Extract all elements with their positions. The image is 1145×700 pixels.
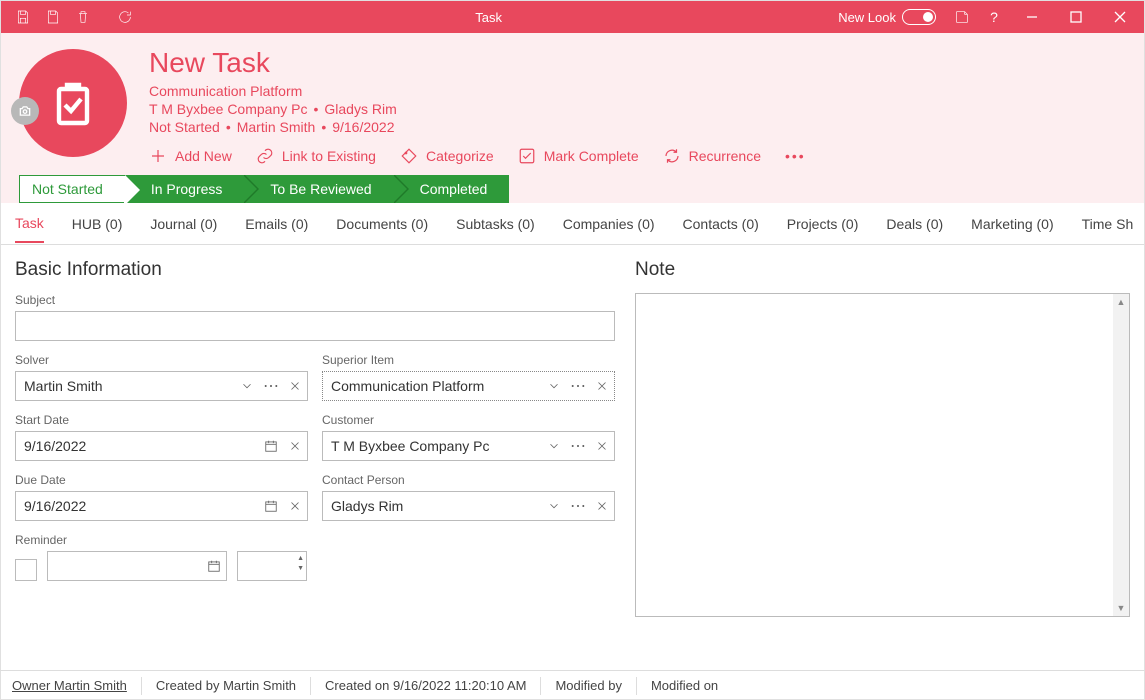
superior-input[interactable]: ⋯ <box>322 371 615 401</box>
stage-to-be-reviewed[interactable]: To Be Reviewed <box>244 175 393 203</box>
scroll-up-icon[interactable]: ▲ <box>1113 294 1129 310</box>
window-title: Task <box>139 10 838 25</box>
tab-emails[interactable]: Emails (0) <box>245 206 308 242</box>
solver-label: Solver <box>15 353 308 367</box>
stage-bar: Not Started In Progress To Be Reviewed C… <box>19 175 1126 203</box>
chevron-down-icon[interactable] <box>542 372 566 400</box>
stage-in-progress[interactable]: In Progress <box>125 175 245 203</box>
task-avatar[interactable] <box>19 49 127 157</box>
status-modified-on: Modified on <box>637 677 732 695</box>
calendar-icon[interactable] <box>202 552 226 580</box>
chevron-down-icon[interactable] <box>235 372 259 400</box>
note-textarea[interactable]: ▲ ▼ <box>635 293 1130 617</box>
due-date-label: Due Date <box>15 473 308 487</box>
header-card: New Task Communication Platform T M Byxb… <box>1 33 1144 203</box>
clear-icon[interactable] <box>590 372 614 400</box>
contact-input[interactable]: ⋯ <box>322 491 615 521</box>
status-owner[interactable]: Owner Martin Smith <box>12 677 142 695</box>
status-bar: Owner Martin Smith Created by Martin Smi… <box>0 670 1145 700</box>
titlebar: Task New Look ? <box>1 1 1144 33</box>
save-close-button[interactable] <box>39 3 67 31</box>
tab-marketing[interactable]: Marketing (0) <box>971 206 1053 242</box>
tab-documents[interactable]: Documents (0) <box>336 206 428 242</box>
calendar-icon[interactable] <box>259 492 283 520</box>
spinner-down-icon[interactable]: ▼ <box>297 564 304 574</box>
solver-input[interactable]: ⋯ <box>15 371 308 401</box>
refresh-button[interactable] <box>111 3 139 31</box>
categorize-button[interactable]: Categorize <box>400 147 494 165</box>
recurrence-button[interactable]: Recurrence <box>663 147 761 165</box>
start-date-label: Start Date <box>15 413 308 427</box>
save-button[interactable] <box>9 3 37 31</box>
camera-icon[interactable] <box>11 97 39 125</box>
subject-label: Subject <box>15 293 615 307</box>
reminder-time-input[interactable]: ▲▼ <box>237 551 307 581</box>
reminder-label: Reminder <box>15 533 307 547</box>
tab-deals[interactable]: Deals (0) <box>886 206 943 242</box>
calendar-icon[interactable] <box>259 432 283 460</box>
tab-projects[interactable]: Projects (0) <box>787 206 859 242</box>
more-icon[interactable]: ⋯ <box>566 432 590 460</box>
stage-completed[interactable]: Completed <box>394 175 510 203</box>
header-meta-1: T M Byxbee Company PcGladys Rim <box>149 101 806 117</box>
start-date-input[interactable] <box>15 431 308 461</box>
clear-icon[interactable] <box>283 432 307 460</box>
stage-not-started[interactable]: Not Started <box>19 175 125 203</box>
delete-button[interactable] <box>69 3 97 31</box>
clear-icon[interactable] <box>590 432 614 460</box>
spinner-up-icon[interactable]: ▲ <box>297 554 304 564</box>
tab-companies[interactable]: Companies (0) <box>563 206 655 242</box>
note-scrollbar[interactable]: ▲ ▼ <box>1113 294 1129 616</box>
contact-label: Contact Person <box>322 473 615 487</box>
scroll-down-icon[interactable]: ▼ <box>1113 600 1129 616</box>
more-icon[interactable]: ⋯ <box>566 372 590 400</box>
tab-subtasks[interactable]: Subtasks (0) <box>456 206 535 242</box>
close-button[interactable] <box>1100 1 1140 33</box>
tab-strip: Task HUB (0) Journal (0) Emails (0) Docu… <box>1 203 1144 245</box>
reminder-date-input[interactable] <box>47 551 227 581</box>
tab-contacts[interactable]: Contacts (0) <box>683 206 759 242</box>
mark-complete-button[interactable]: Mark Complete <box>518 147 639 165</box>
new-look-toggle[interactable]: New Look <box>838 9 944 25</box>
link-existing-button[interactable]: Link to Existing <box>256 147 376 165</box>
subject-input[interactable] <box>15 311 615 341</box>
help-icon[interactable]: ? <box>980 3 1008 31</box>
basic-info-title: Basic Information <box>15 259 615 281</box>
chevron-down-icon[interactable] <box>542 432 566 460</box>
tab-journal[interactable]: Journal (0) <box>150 206 217 242</box>
more-icon[interactable]: ⋯ <box>259 372 283 400</box>
due-date-input[interactable] <box>15 491 308 521</box>
customer-label: Customer <box>322 413 615 427</box>
header-subtitle: Communication Platform <box>149 83 806 99</box>
note-title: Note <box>635 259 1130 281</box>
tab-task[interactable]: Task <box>15 205 44 243</box>
tab-timesheet[interactable]: Time Sh <box>1082 206 1134 242</box>
notes-icon[interactable] <box>948 3 976 31</box>
more-actions-button[interactable]: ••• <box>785 147 806 165</box>
clear-icon[interactable] <box>590 492 614 520</box>
status-created-by: Created by Martin Smith <box>142 677 311 695</box>
reminder-checkbox[interactable] <box>15 559 37 581</box>
clear-icon[interactable] <box>283 372 307 400</box>
maximize-button[interactable] <box>1056 1 1096 33</box>
customer-input[interactable]: ⋯ <box>322 431 615 461</box>
header-meta-2: Not StartedMartin Smith9/16/2022 <box>149 119 806 135</box>
status-created-on: Created on 9/16/2022 11:20:10 AM <box>311 677 541 695</box>
add-new-button[interactable]: Add New <box>149 147 232 165</box>
page-title: New Task <box>149 47 806 79</box>
clear-icon[interactable] <box>283 492 307 520</box>
main-content: Basic Information Subject Solver ⋯ Super… <box>1 245 1144 617</box>
chevron-down-icon[interactable] <box>542 492 566 520</box>
more-icon[interactable]: ⋯ <box>566 492 590 520</box>
status-modified-by: Modified by <box>541 677 636 695</box>
superior-label: Superior Item <box>322 353 615 367</box>
tab-hub[interactable]: HUB (0) <box>72 206 123 242</box>
minimize-button[interactable] <box>1012 1 1052 33</box>
